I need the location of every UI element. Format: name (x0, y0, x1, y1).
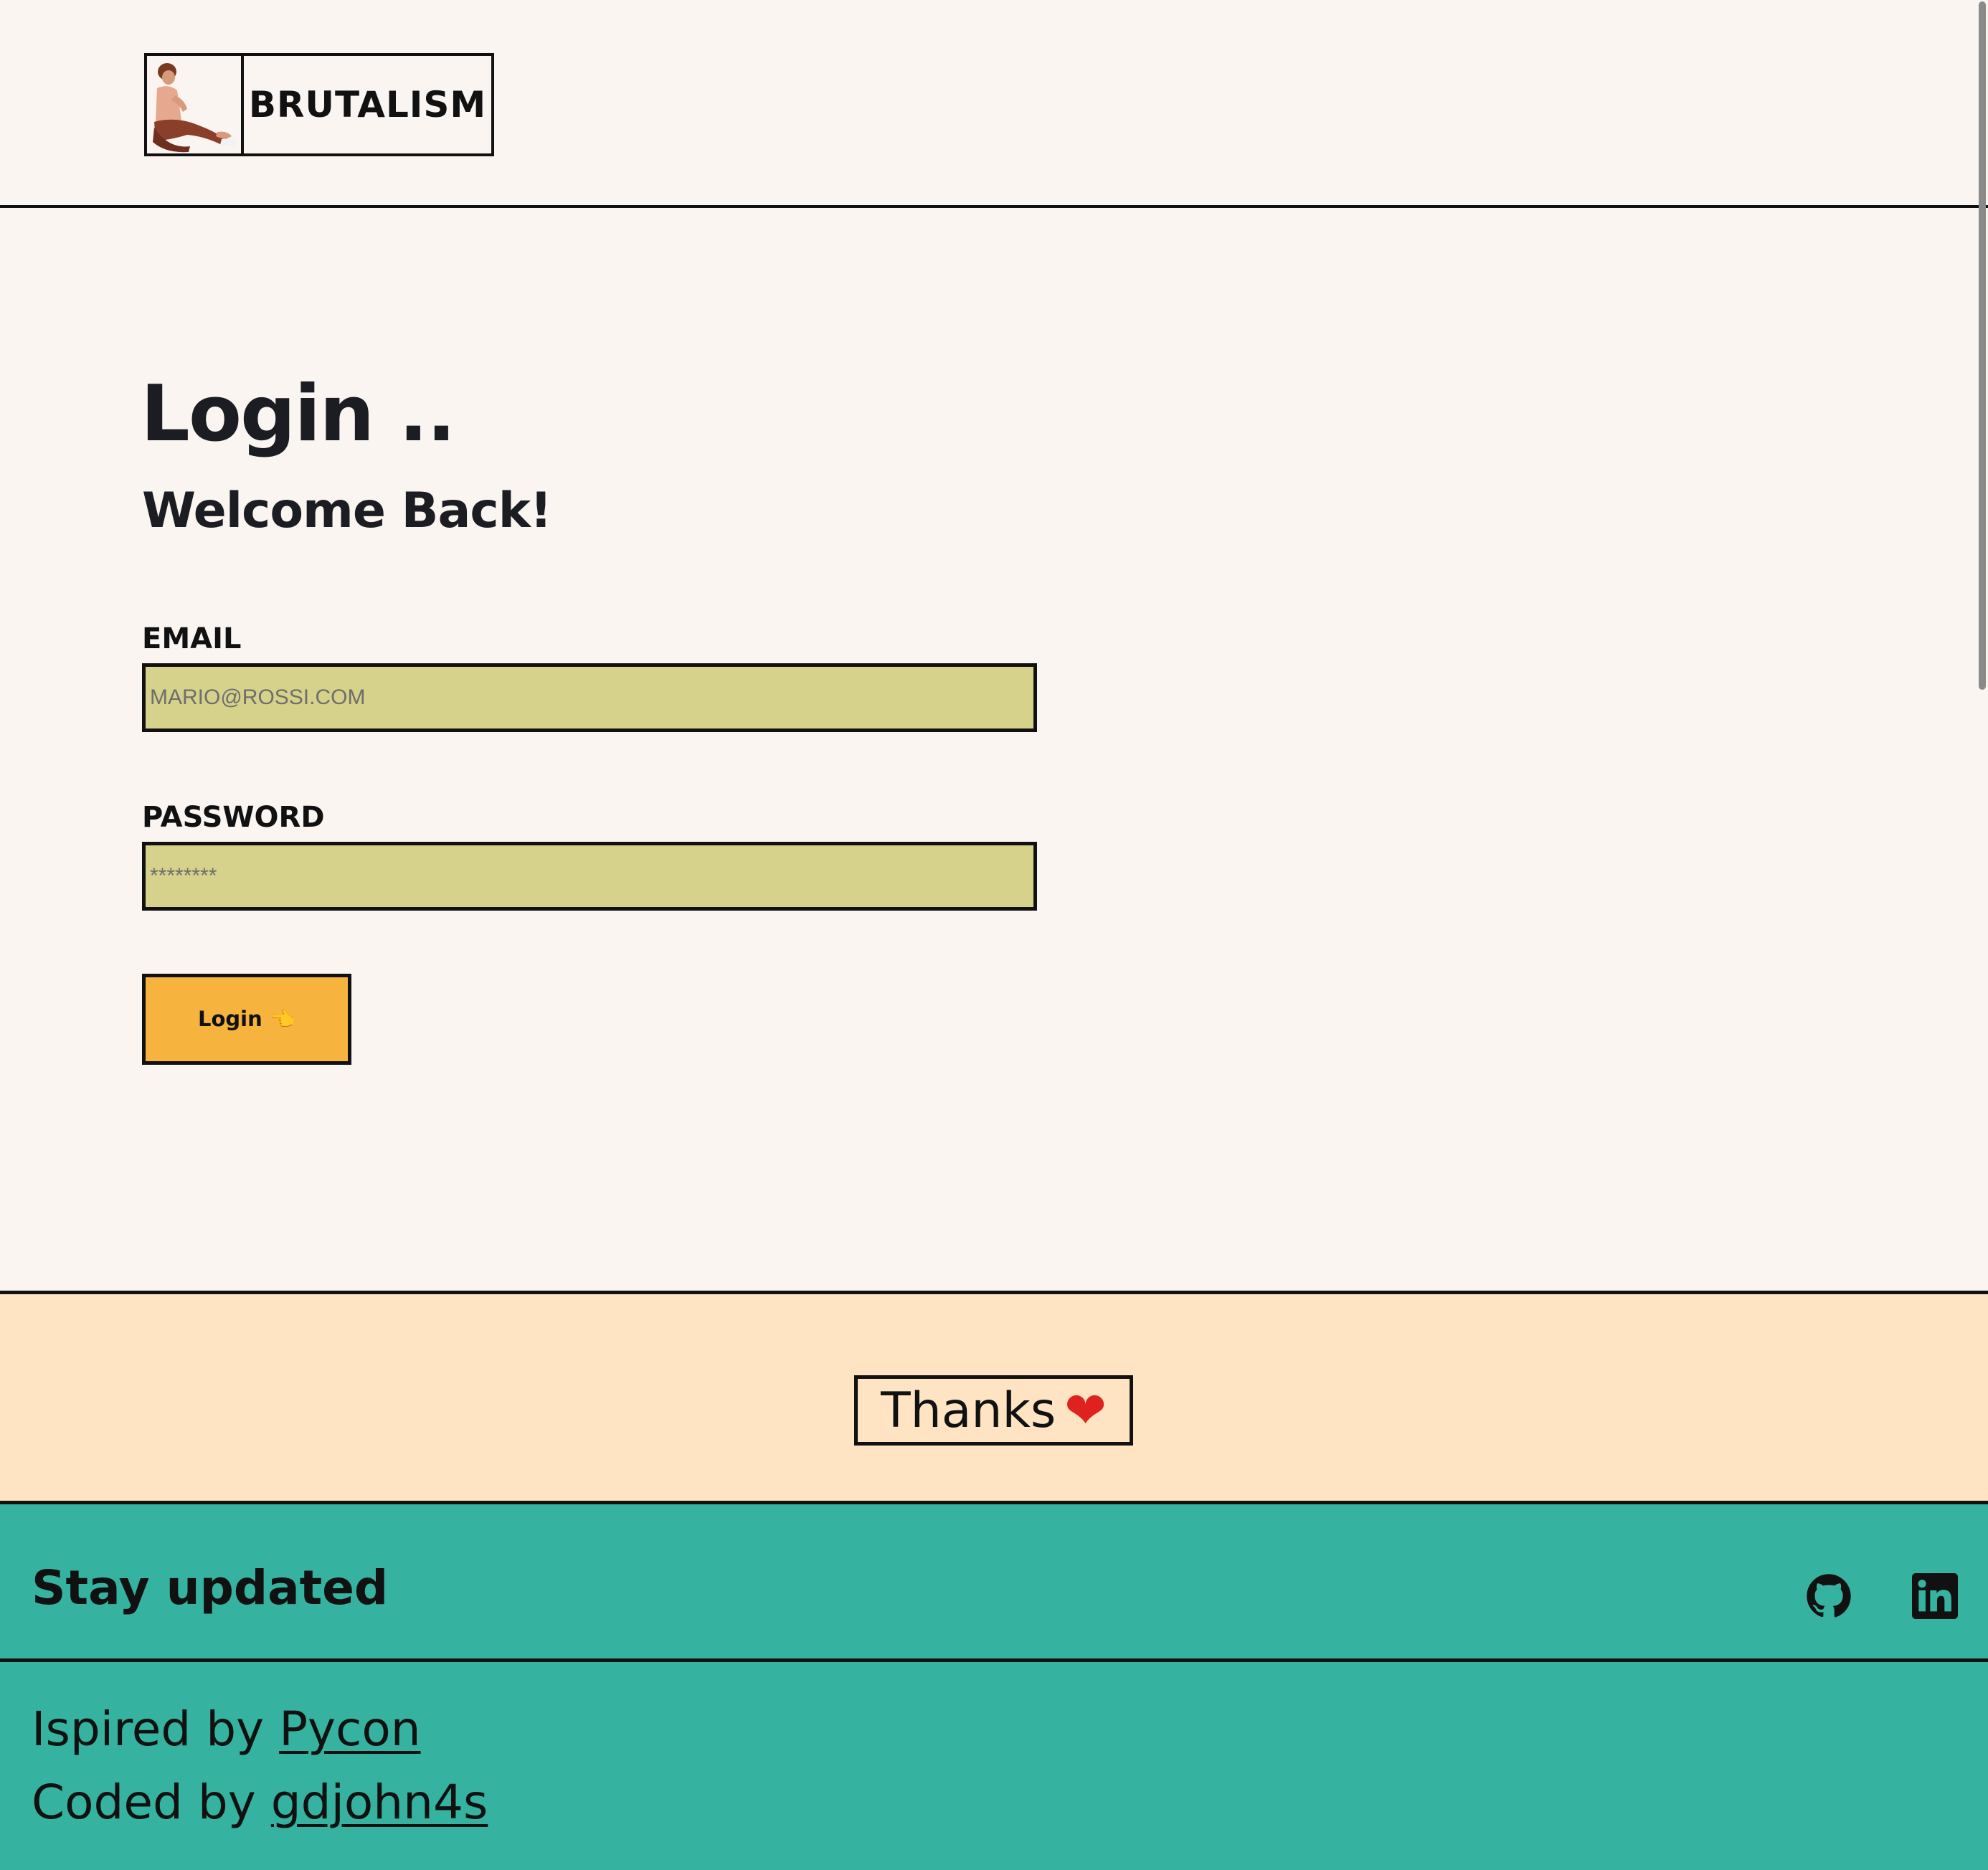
inspired-credit: Ispired by Pycon (32, 1701, 421, 1757)
pycon-link[interactable]: Pycon (279, 1701, 420, 1757)
email-input[interactable] (142, 663, 1037, 732)
site-logo[interactable]: BRUTALISM (144, 53, 494, 156)
logo-illustration (147, 56, 244, 153)
coded-credit: Coded by gdjohn4s (32, 1775, 488, 1830)
page-title: Login .. (141, 369, 456, 459)
author-link[interactable]: gdjohn4s (271, 1775, 488, 1830)
footer-credits: Ispired by Pycon Coded by gdjohn4s (0, 1662, 1988, 1870)
linkedin-icon[interactable] (1912, 1573, 1958, 1619)
page: BRUTALISM Login .. Welcome Back! EMAIL P… (0, 0, 1988, 1870)
stay-updated-heading: Stay updated (32, 1560, 389, 1615)
scrollbar-thumb[interactable] (1979, 1, 1986, 690)
footer-newsletter: Stay updated (0, 1504, 1988, 1662)
site-header: BRUTALISM (0, 0, 1988, 208)
login-button[interactable]: Login 👈 (142, 974, 351, 1065)
heart-icon: ❤ (1064, 1381, 1107, 1440)
coded-prefix: Coded by (32, 1775, 271, 1830)
inspired-prefix: Ispired by (32, 1701, 280, 1757)
password-label: PASSWORD (142, 801, 325, 834)
logo-text: BRUTALISM (248, 84, 487, 125)
thanks-section: Thanks ❤ (0, 1291, 1988, 1504)
page-subtitle: Welcome Back! (142, 483, 552, 539)
github-icon[interactable] (1806, 1573, 1852, 1619)
person-sitting-icon (153, 63, 237, 153)
thanks-text: Thanks (881, 1382, 1056, 1439)
password-input[interactable] (142, 842, 1037, 911)
thanks-box: Thanks ❤ (854, 1375, 1133, 1446)
email-label: EMAIL (142, 622, 242, 655)
